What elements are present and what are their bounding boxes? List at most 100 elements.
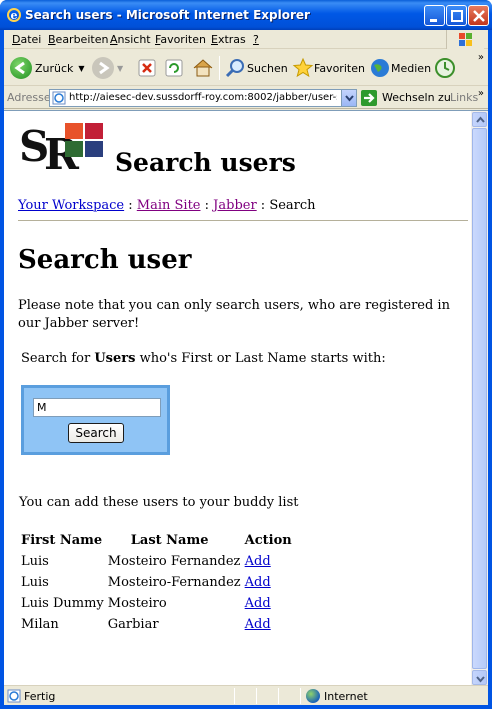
address-input[interactable]: http://aiesec-dev.sussdorff-roy.com:8002…	[49, 89, 357, 107]
column-header-action: Action	[244, 532, 292, 548]
forward-dropdown-icon[interactable]: ▼	[117, 64, 123, 73]
add-user-link[interactable]: Add	[245, 596, 271, 611]
search-toolbar-label: Suchen	[247, 61, 288, 75]
back-dropdown-icon[interactable]: ▼	[78, 64, 84, 73]
search-prompt-users: Users	[94, 351, 136, 366]
breadcrumb-current: : Search	[256, 198, 316, 213]
go-button[interactable]: Wechseln zu	[382, 91, 451, 104]
scroll-thumb[interactable]	[472, 128, 487, 669]
breadcrumb-main-site-link[interactable]: Main Site	[137, 198, 201, 213]
action-cell: Add	[243, 614, 294, 635]
svg-text:e: e	[11, 9, 18, 22]
column-header-first-name: First Name	[21, 532, 103, 548]
links-button[interactable]: Links	[450, 91, 478, 104]
media-button[interactable]: Medien	[369, 55, 431, 81]
table-header-row: First Name Last Name Action	[19, 529, 294, 551]
stop-button[interactable]	[138, 55, 156, 81]
browser-chrome: Datei Bearbeiten Ansicht Favoriten Extra…	[4, 30, 488, 705]
address-bar: Adresse http://aiesec-dev.sussdorff-roy.…	[4, 87, 488, 109]
breadcrumb-separator: :	[200, 198, 214, 213]
scroll-up-button[interactable]	[472, 112, 487, 127]
forward-arrow-icon	[92, 57, 114, 79]
back-label: Zurück	[35, 61, 74, 75]
vertical-scrollbar[interactable]	[471, 111, 488, 686]
chevron-down-icon	[345, 95, 354, 102]
registration-note: Please note that you can only search use…	[18, 298, 450, 331]
users-table: First Name Last Name Action Luis Mosteir…	[19, 529, 294, 635]
page-done-icon	[7, 689, 21, 703]
first-name-cell: Luis	[21, 554, 49, 569]
menu-bearbeiten[interactable]: Bearbeiten	[48, 33, 108, 46]
action-cell: Add	[243, 572, 294, 593]
table-row: Milan Garbiar Add	[19, 614, 294, 635]
page-content: S R Search users Your Workspace : Main S…	[4, 111, 469, 686]
site-title: Search users	[115, 148, 296, 177]
breadcrumb: Your Workspace : Main Site : Jabber : Se…	[18, 198, 316, 213]
back-arrow-icon	[10, 57, 32, 79]
add-user-link[interactable]: Add	[245, 554, 271, 569]
internet-zone-icon	[306, 689, 320, 703]
links-chevron-icon[interactable]: »	[478, 88, 484, 99]
action-cell: Add	[243, 551, 294, 572]
home-icon	[193, 59, 213, 77]
go-arrow-icon[interactable]	[361, 90, 377, 106]
history-button[interactable]	[434, 55, 456, 81]
menu-ansicht[interactable]: Ansicht	[110, 33, 151, 46]
windows-flag-icon	[446, 30, 484, 49]
table-row: Luis Mosteiro-Fernandez Add	[19, 572, 294, 593]
favorites-button[interactable]: Favoriten	[292, 55, 365, 81]
divider	[18, 220, 468, 221]
scroll-down-button[interactable]	[472, 670, 487, 685]
column-header-last-name: Last Name	[130, 532, 209, 548]
address-dropdown-button[interactable]	[341, 90, 356, 106]
action-cell: Add	[243, 593, 294, 614]
browser-window: e Search users - Microsoft Internet Expl…	[0, 0, 492, 709]
status-divider	[256, 688, 257, 704]
ie-logo-icon: e	[7, 8, 21, 22]
breadcrumb-jabber-link[interactable]: Jabber	[213, 198, 257, 213]
title-bar[interactable]: e Search users - Microsoft Internet Expl…	[0, 0, 492, 30]
status-divider	[278, 688, 279, 704]
add-user-link[interactable]: Add	[245, 617, 271, 632]
minimize-button[interactable]	[424, 5, 445, 26]
star-icon	[292, 57, 314, 78]
maximize-button[interactable]	[446, 5, 467, 26]
address-url: http://aiesec-dev.sussdorff-roy.com:8002…	[69, 92, 337, 103]
site-logo: S R	[19, 123, 103, 173]
menu-bar: Datei Bearbeiten Ansicht Favoriten Extra…	[4, 30, 488, 49]
standard-toolbar: Zurück ▼ ▼ Suchen Favoriten Medien »	[4, 50, 488, 86]
menu-extras[interactable]: Extras	[211, 33, 246, 46]
back-button[interactable]: Zurück ▼	[10, 55, 85, 81]
breadcrumb-workspace-link[interactable]: Your Workspace	[18, 198, 124, 213]
search-prompt-text: Search for	[21, 351, 95, 366]
menu-favoriten[interactable]: Favoriten	[155, 33, 206, 46]
first-name-cell: Luis	[21, 575, 49, 590]
search-toolbar-button[interactable]: Suchen	[225, 55, 288, 81]
forward-button[interactable]: ▼	[92, 55, 123, 81]
minimize-icon	[430, 19, 437, 22]
maximize-icon	[451, 10, 463, 22]
menu-help[interactable]: ?	[253, 33, 259, 46]
add-user-link[interactable]: Add	[245, 575, 271, 590]
home-button[interactable]	[192, 55, 214, 81]
page-viewport: S R Search users Your Workspace : Main S…	[4, 110, 488, 686]
first-name-cell: Milan	[21, 617, 59, 632]
status-text: Fertig	[24, 690, 56, 703]
menu-datei[interactable]: Datei	[12, 33, 41, 46]
toolbar-chevron-icon[interactable]: »	[478, 52, 484, 63]
media-globe-icon	[371, 59, 389, 77]
buddy-list-note: You can add these users to your buddy li…	[19, 495, 299, 510]
search-input[interactable]	[33, 398, 161, 417]
last-name-cell: Mosteiro	[107, 596, 167, 611]
refresh-icon	[165, 59, 183, 77]
chevron-up-icon	[476, 116, 485, 123]
first-name-cell: Luis Dummy	[21, 596, 104, 611]
search-prompt: Search for Users who's First or Last Nam…	[21, 351, 386, 366]
status-divider	[300, 688, 301, 704]
close-button[interactable]	[468, 5, 489, 26]
search-prompt-text: who's First or Last Name starts with:	[135, 351, 386, 366]
close-icon	[473, 10, 485, 22]
search-button[interactable]: Search	[68, 423, 124, 443]
refresh-button[interactable]	[165, 55, 183, 81]
toolbar-separator	[219, 56, 220, 80]
